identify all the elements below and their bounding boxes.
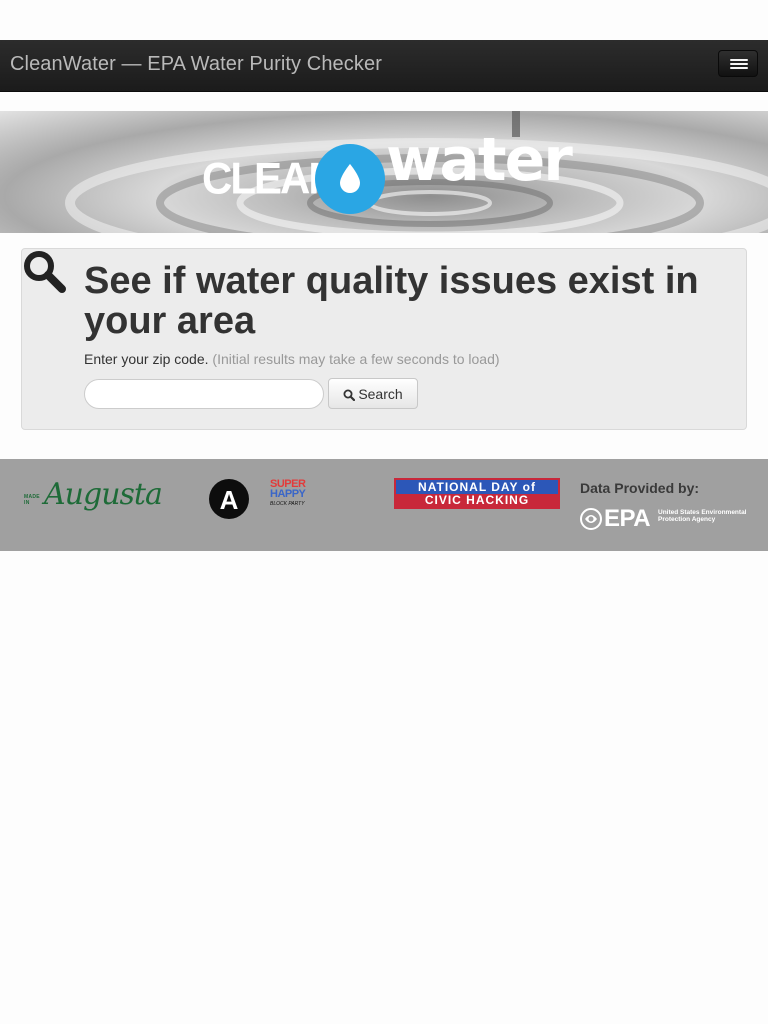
made-in-prefix: MADE IN	[24, 494, 40, 506]
data-provided-by-label: Data Provided by:	[580, 480, 700, 496]
hamburger-menu-button[interactable]	[718, 50, 758, 77]
circle-a-logo[interactable]: A	[209, 479, 249, 519]
zip-load-hint: (Initial results may take a few seconds …	[212, 351, 500, 367]
ndoch-line-2: CIVIC HACKING	[396, 494, 558, 507]
logo-water-text: water	[386, 125, 573, 195]
epa-subtitle: United States Environmental Protection A…	[658, 509, 747, 523]
zip-prompt-label: Enter your zip code.	[84, 351, 209, 367]
epa-flower-icon	[580, 508, 602, 530]
search-icon	[24, 251, 66, 293]
hamburger-menu-icon	[730, 67, 748, 69]
search-button-label: Search	[358, 385, 403, 402]
ndoch-line-1: NATIONAL DAY of	[396, 480, 558, 494]
zip-code-input[interactable]	[84, 379, 324, 409]
block-party-text: BLOCK PARTY	[270, 501, 305, 507]
super-happy-line-2: HAPPY	[270, 488, 306, 500]
brand-title[interactable]: CleanWater — EPA Water Purity Checker	[10, 53, 382, 76]
search-icon	[343, 389, 356, 401]
national-day-of-civic-hacking-logo[interactable]: NATIONAL DAY of CIVIC HACKING	[394, 478, 560, 509]
augusta-wordmark: Augusta	[44, 477, 163, 512]
hamburger-menu-icon	[730, 59, 748, 61]
hero-banner: CLEAN water	[0, 111, 768, 233]
water-drop-icon	[340, 164, 360, 193]
super-happy-block-party-logo[interactable]: SUPER HAPPY BLOCK PARTY	[270, 479, 320, 513]
top-navbar: CleanWater — EPA Water Purity Checker	[0, 40, 768, 92]
epa-wordmark: EPA	[604, 505, 651, 532]
logo-drop-circle	[315, 144, 385, 214]
hamburger-menu-icon	[730, 63, 748, 65]
search-panel: See if water quality issues exist in you…	[21, 248, 747, 430]
zip-prompt: Enter your zip code. (Initial results ma…	[84, 351, 500, 367]
circle-a-letter: A	[219, 485, 239, 515]
page-headline: See if water quality issues exist in you…	[84, 260, 699, 342]
sponsor-footer: MADE IN Augusta A SUPER HAPPY BLOCK PART…	[0, 459, 768, 551]
search-button[interactable]: Search	[328, 378, 418, 409]
